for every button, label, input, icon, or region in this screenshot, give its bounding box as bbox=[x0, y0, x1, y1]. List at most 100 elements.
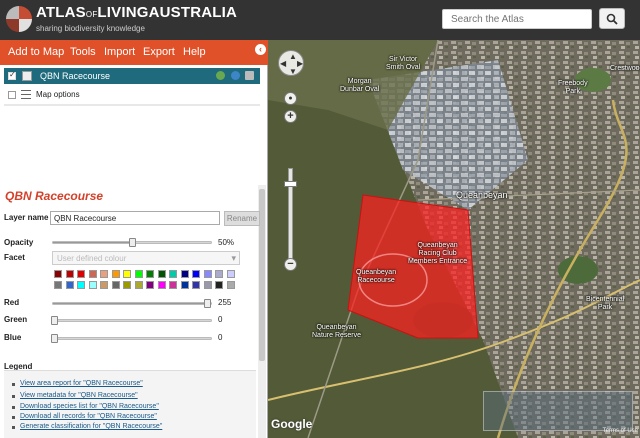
colour-swatch[interactable] bbox=[192, 270, 200, 278]
opacity-slider[interactable] bbox=[52, 238, 212, 247]
blue-value: 0 bbox=[218, 333, 223, 342]
menu-tools[interactable]: Tools bbox=[70, 46, 96, 58]
facet-select[interactable]: User defined colour bbox=[52, 251, 240, 265]
opacity-slider-fill bbox=[53, 242, 132, 243]
colour-swatch[interactable] bbox=[157, 281, 166, 289]
google-logo: Google bbox=[271, 417, 313, 431]
menu-import[interactable]: Import bbox=[104, 46, 135, 58]
colour-swatch[interactable] bbox=[157, 270, 166, 278]
generate-classification-link[interactable]: Generate classification for "QBN Racecou… bbox=[20, 423, 162, 430]
colour-swatch[interactable] bbox=[123, 270, 131, 278]
pan-down-icon[interactable]: ▼ bbox=[289, 67, 297, 76]
colour-swatch[interactable] bbox=[203, 270, 212, 278]
colour-swatch[interactable] bbox=[100, 281, 108, 289]
map-options-checkbox[interactable] bbox=[8, 91, 16, 99]
red-slider[interactable] bbox=[52, 299, 212, 308]
menu-help[interactable]: Help bbox=[183, 46, 206, 58]
colour-swatch[interactable] bbox=[77, 281, 85, 289]
terms-of-use-link[interactable]: Terms of Use bbox=[603, 428, 638, 434]
red-value: 255 bbox=[218, 298, 232, 307]
colour-swatch[interactable] bbox=[192, 281, 200, 289]
layer-row-qbn-racecourse[interactable]: QBN Racecourse bbox=[4, 68, 260, 84]
menu-add-to-map[interactable]: Add to Map bbox=[8, 46, 64, 58]
map-view[interactable]: Sir Victor Smith Oval Morgan Dunbar Oval F… bbox=[268, 40, 640, 438]
magnifier-icon bbox=[606, 13, 618, 25]
green-label: Green bbox=[4, 315, 28, 324]
colour-swatch[interactable] bbox=[77, 270, 85, 278]
colour-swatch[interactable] bbox=[215, 281, 223, 289]
layer-type-icon bbox=[22, 71, 32, 81]
colour-swatch[interactable] bbox=[65, 281, 74, 289]
search-input[interactable] bbox=[442, 9, 592, 29]
colour-swatch[interactable] bbox=[134, 281, 143, 289]
info-icon[interactable] bbox=[231, 71, 240, 80]
layer-visibility-checkbox[interactable] bbox=[8, 70, 16, 80]
link-bullet bbox=[12, 383, 15, 386]
zoom-in-icon[interactable]: + bbox=[284, 110, 297, 123]
download-species-list-link[interactable]: Download species list for "QBN Racecours… bbox=[20, 403, 159, 410]
colour-swatch[interactable] bbox=[169, 281, 177, 289]
colour-swatch[interactable] bbox=[180, 281, 189, 289]
overview-map[interactable] bbox=[483, 391, 633, 431]
colour-swatch[interactable] bbox=[54, 281, 62, 289]
street-view-icon[interactable]: ● bbox=[284, 92, 297, 105]
colour-swatch[interactable] bbox=[226, 281, 235, 289]
view-metadata-link[interactable]: View metadata for "QBN Racecourse" bbox=[20, 392, 138, 399]
colour-swatch[interactable] bbox=[146, 270, 154, 278]
zoom-to-layer-icon[interactable] bbox=[216, 71, 225, 80]
colour-swatch[interactable] bbox=[88, 270, 97, 278]
main-menu: Add to Map Tools Import Export Help bbox=[0, 40, 268, 65]
pan-left-icon[interactable]: ◀ bbox=[280, 59, 286, 68]
menu-export[interactable]: Export bbox=[143, 46, 175, 58]
ala-logo[interactable]: ATLASOFLIVINGAUSTRALIA sharing biodivers… bbox=[6, 5, 237, 33]
search-button[interactable] bbox=[599, 8, 625, 29]
colour-swatch[interactable] bbox=[226, 270, 235, 278]
style-panel-title: QBN Racecourse bbox=[5, 189, 104, 203]
link-bullet bbox=[12, 426, 15, 429]
colour-swatch[interactable] bbox=[65, 270, 74, 278]
rename-button[interactable]: Rename bbox=[224, 211, 260, 226]
colour-swatch[interactable] bbox=[180, 270, 189, 278]
blue-slider-handle[interactable] bbox=[51, 334, 58, 343]
green-value: 0 bbox=[218, 315, 223, 324]
view-area-report-link[interactable]: View area report for "QBN Racecourse" bbox=[20, 380, 143, 387]
colour-swatch[interactable] bbox=[215, 270, 223, 278]
map-label-nature-reserve: Queanbeyan Nature Reserve bbox=[312, 324, 362, 339]
facet-label: Facet bbox=[4, 253, 25, 262]
link-bullet bbox=[12, 416, 15, 419]
colour-swatch[interactable] bbox=[203, 281, 212, 289]
map-label-freebody-park: Freebody Park bbox=[558, 80, 588, 95]
green-slider[interactable] bbox=[51, 316, 212, 325]
pan-up-icon[interactable]: ▲ bbox=[289, 52, 297, 61]
opacity-value: 50% bbox=[218, 238, 235, 247]
blue-slider[interactable] bbox=[51, 334, 212, 343]
green-slider-handle[interactable] bbox=[51, 316, 58, 325]
colour-swatch[interactable] bbox=[54, 270, 62, 278]
opacity-label: Opacity bbox=[4, 238, 34, 247]
colour-swatch[interactable] bbox=[146, 281, 154, 289]
colour-swatch[interactable] bbox=[123, 281, 131, 289]
zoom-out-icon[interactable]: − bbox=[284, 258, 297, 271]
colour-swatch[interactable] bbox=[100, 270, 108, 278]
map-label-sir-victor-smith-oval: Sir Victor Smith Oval bbox=[386, 56, 421, 71]
colour-swatch[interactable] bbox=[111, 281, 120, 289]
layer-name-input[interactable] bbox=[50, 211, 220, 225]
red-label: Red bbox=[4, 298, 20, 307]
map-label-bicentennial-park: Bicentennial Park bbox=[586, 296, 625, 311]
opacity-slider-handle[interactable] bbox=[129, 238, 136, 247]
red-slider-handle[interactable] bbox=[204, 299, 211, 308]
collapse-panel-icon[interactable]: ‹ bbox=[255, 44, 266, 55]
pan-control[interactable]: ▲ ▼ ◀ ▶ bbox=[278, 50, 304, 76]
download-all-records-link[interactable]: Download all records for "QBN Racecourse… bbox=[20, 413, 157, 420]
pane-splitter[interactable] bbox=[4, 104, 260, 106]
link-bullet bbox=[12, 395, 15, 398]
colour-swatch[interactable] bbox=[111, 270, 120, 278]
site-header: ATLASOFLIVINGAUSTRALIA sharing biodivers… bbox=[0, 0, 640, 40]
colour-swatch[interactable] bbox=[134, 270, 143, 278]
delete-layer-icon[interactable] bbox=[245, 71, 254, 80]
racecourse-polygon bbox=[347, 194, 479, 339]
pan-right-icon[interactable]: ▶ bbox=[297, 59, 303, 68]
zoom-slider-handle[interactable] bbox=[284, 181, 297, 187]
colour-swatch[interactable] bbox=[169, 270, 177, 278]
colour-swatch[interactable] bbox=[88, 281, 97, 289]
